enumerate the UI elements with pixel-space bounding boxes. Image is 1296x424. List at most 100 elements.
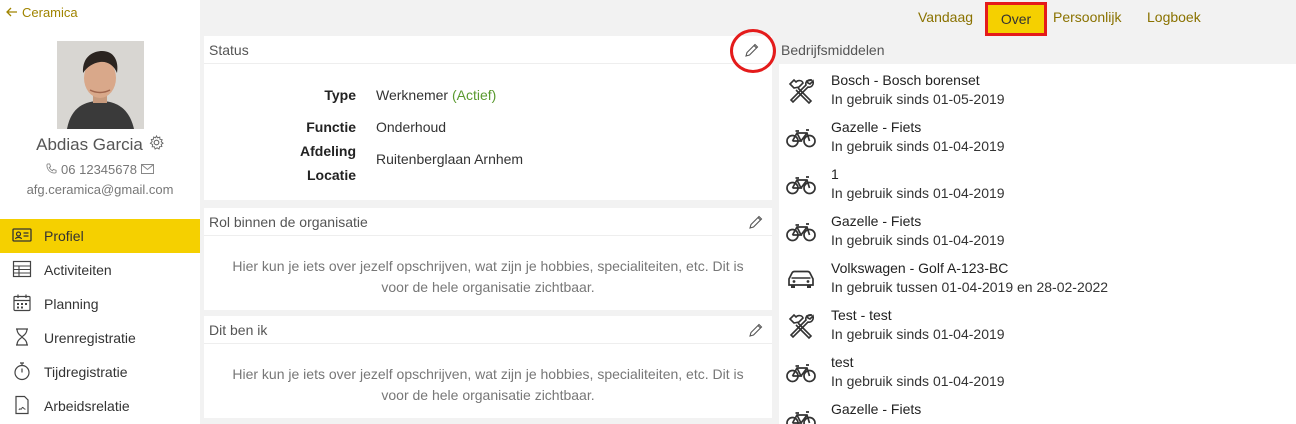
bicycle-icon — [779, 212, 823, 252]
list-item-text: Gazelle - Fiets In gebruik sinds 01-04-20… — [823, 212, 1005, 251]
sidebar-item-label: Planning — [44, 296, 99, 312]
list-item-name: 1 — [831, 166, 839, 182]
afdeling-label: Afdeling — [300, 143, 356, 159]
car-icon — [779, 259, 823, 299]
sidebar-item-activiteiten[interactable]: Activiteiten — [0, 253, 200, 287]
list-item[interactable]: Gazelle - Fiets In gebruik sinds 01-04-20… — [779, 111, 1296, 158]
sidebar: Ceramica Abdias Garcia 06 12345678 afg.c… — [0, 0, 200, 424]
list-item-text: test In gebruik sinds 01-04-2019 — [823, 353, 1005, 392]
back-link-label: Ceramica — [22, 5, 78, 20]
tab-vandaag[interactable]: Vandaag — [918, 9, 973, 25]
list-item-name: Test - test — [831, 307, 892, 323]
highlight-circle — [730, 29, 776, 73]
list-item-name: Bosch - Bosch borenset — [831, 72, 980, 88]
type-value: Werknemer (Actief) — [376, 87, 496, 103]
list-item[interactable]: Gazelle - Fiets In gebruik sinds 01-04-20… — [779, 205, 1296, 252]
sidebar-item-label: Activiteiten — [44, 262, 112, 278]
bedrijfsmiddelen-title: Bedrijfsmiddelen — [781, 42, 885, 58]
list-item-text: Bosch - Bosch borenset In gebruik sinds 0… — [823, 71, 1005, 110]
tab-persoonlijk[interactable]: Persoonlijk — [1053, 9, 1121, 25]
gear-icon[interactable] — [149, 134, 164, 155]
list-item-since: In gebruik sinds 01-04-2019 — [831, 138, 1005, 154]
phone-icon — [46, 162, 57, 177]
bicycle-icon — [779, 353, 823, 393]
locatie-label: Locatie — [306, 167, 356, 183]
document-icon — [12, 395, 32, 418]
arrow-left-icon — [6, 5, 18, 20]
bedrijfsmiddelen-list: Bosch - Bosch borenset In gebruik sinds 0… — [779, 64, 1296, 424]
functie-value: Onderhoud — [376, 119, 447, 135]
rol-card-header: Rol binnen de organisatie — [204, 208, 772, 236]
status-card: Status Type Werknemer (Actief) Functie O… — [204, 36, 772, 200]
calendar-icon — [12, 293, 32, 316]
tab-over[interactable]: Over — [985, 2, 1047, 36]
hourglass-icon — [12, 327, 32, 350]
user-phone: 06 12345678 — [61, 162, 137, 177]
list-item-since: In gebruik sinds 01-04-2019 — [831, 373, 1005, 389]
status-card-title: Status — [209, 41, 249, 58]
sidebar-nav: Profiel Activiteiten Planning Urenregist… — [0, 219, 200, 423]
user-phone-row: 06 12345678 — [0, 162, 200, 177]
sidebar-item-urenregistratie[interactable]: Urenregistratie — [0, 321, 200, 355]
pencil-icon[interactable] — [748, 322, 764, 338]
type-label: Type — [324, 87, 356, 103]
user-name: Abdias Garcia — [36, 135, 143, 154]
status-card-header: Status — [204, 36, 772, 64]
list-item-text: Test - test In gebruik sinds 01-04-2019 — [823, 306, 1005, 345]
afdeling-value: Ruitenberglaan Arnhem — [376, 151, 524, 167]
bicycle-icon — [779, 165, 823, 205]
list-item-text: 1 In gebruik sinds 01-04-2019 — [823, 165, 1005, 204]
list-item-text: Volkswagen - Golf A-123-BC In gebruik tus… — [823, 259, 1108, 298]
rol-card: Rol binnen de organisatie Hier kun je ie… — [204, 208, 772, 310]
bicycle-icon — [779, 118, 823, 158]
list-item-since: In gebruik sinds 01-05-2019 — [831, 91, 1005, 107]
type-value-text: Werknemer — [376, 87, 449, 103]
tools-icon — [779, 306, 823, 346]
list-item-since: In gebruik sinds 01-04-2019 — [831, 326, 1005, 342]
dit-ben-ik-card-header: Dit ben ik — [204, 316, 772, 344]
list-item-text: Gazelle - Fiets — [823, 400, 921, 418]
tab-logboek[interactable]: Logboek — [1147, 9, 1201, 25]
list-item-name: Volkswagen - Golf A-123-BC — [831, 260, 1009, 276]
rol-card-title: Rol binnen de organisatie — [209, 213, 368, 230]
back-link[interactable]: Ceramica — [6, 5, 78, 20]
sidebar-item-label: Tijdregistratie — [44, 364, 128, 380]
list-item[interactable]: Volkswagen - Golf A-123-BC In gebruik tus… — [779, 252, 1296, 299]
bicycle-icon — [779, 400, 823, 424]
list-item-name: Gazelle - Fiets — [831, 213, 922, 229]
sidebar-item-tijdregistratie[interactable]: Tijdregistratie — [0, 355, 200, 389]
list-item[interactable]: Test - test In gebruik sinds 01-04-2019 — [779, 299, 1296, 346]
dit-ben-ik-card-title: Dit ben ik — [209, 321, 268, 338]
list-item-name: test — [831, 354, 854, 370]
list-item[interactable]: Bosch - Bosch borenset In gebruik sinds 0… — [779, 64, 1296, 111]
sidebar-item-label: Arbeidsrelatie — [44, 398, 130, 414]
list-item-name: Gazelle - Fiets — [831, 401, 922, 417]
list-item-text: Gazelle - Fiets In gebruik sinds 01-04-20… — [823, 118, 1005, 157]
type-status: (Actief) — [451, 87, 497, 103]
tools-icon — [779, 71, 823, 111]
avatar — [57, 41, 144, 129]
list-item[interactable]: Gazelle - Fiets — [779, 393, 1296, 424]
pencil-icon[interactable] — [748, 214, 764, 230]
envelope-icon[interactable] — [140, 162, 154, 177]
rol-placeholder: Hier kun je iets over jezelf opschrijven… — [232, 258, 744, 295]
user-name-row: Abdias Garcia — [0, 134, 200, 155]
dit-ben-ik-card: Dit ben ik Hier kun je iets over jezelf … — [204, 316, 772, 418]
list-item-since: In gebruik sinds 01-04-2019 — [831, 232, 1005, 248]
sidebar-item-label: Urenregistratie — [44, 330, 136, 346]
sidebar-item-planning[interactable]: Planning — [0, 287, 200, 321]
dit-ben-ik-placeholder: Hier kun je iets over jezelf opschrijven… — [232, 366, 744, 403]
functie-label: Functie — [306, 119, 356, 135]
sidebar-item-profiel[interactable]: Profiel — [0, 219, 200, 253]
list-item[interactable]: test In gebruik sinds 01-04-2019 — [779, 346, 1296, 393]
user-email: afg.ceramica@gmail.com — [26, 182, 174, 197]
list-item-since: In gebruik sinds 01-04-2019 — [831, 185, 1005, 201]
table-icon — [12, 259, 32, 282]
sidebar-item-arbeidsrelatie[interactable]: Arbeidsrelatie — [0, 389, 200, 423]
list-item-since: In gebruik tussen 01-04-2019 en 28-02-20… — [831, 279, 1109, 295]
list-item[interactable]: 1 In gebruik sinds 01-04-2019 — [779, 158, 1296, 205]
id-card-icon — [12, 225, 32, 248]
sidebar-item-label: Profiel — [44, 228, 84, 244]
stopwatch-icon — [12, 361, 32, 384]
list-item-name: Gazelle - Fiets — [831, 119, 922, 135]
